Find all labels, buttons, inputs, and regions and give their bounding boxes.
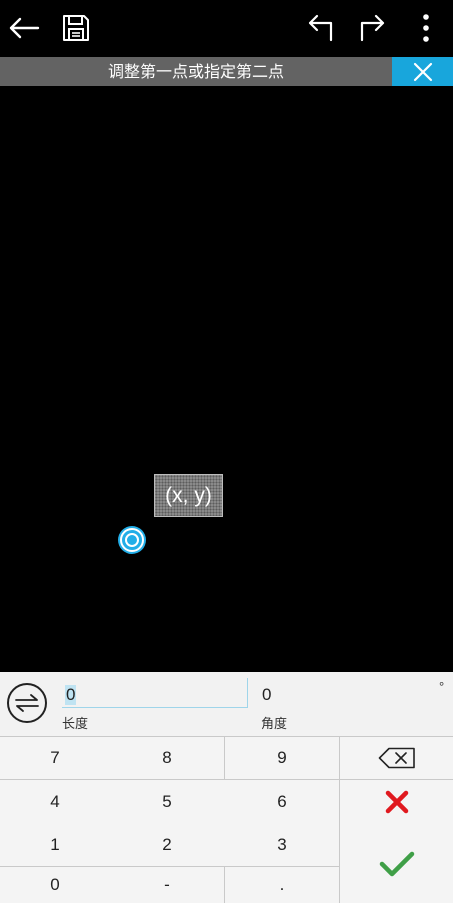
input-panel: 0 长度 0 角度 °: [0, 672, 453, 736]
key-9[interactable]: 9: [225, 736, 339, 779]
key-5[interactable]: 5: [110, 780, 224, 823]
key-6[interactable]: 6: [225, 780, 339, 823]
hint-text: 调整第一点或指定第二点: [107, 62, 284, 81]
drawing-canvas[interactable]: (x, y): [0, 86, 453, 672]
length-label: 长度: [62, 717, 89, 732]
green-check-icon[interactable]: [340, 824, 453, 903]
key-2[interactable]: 2: [110, 823, 224, 866]
point-marker[interactable]: [120, 528, 144, 552]
floppy-disk-icon[interactable]: [56, 8, 96, 48]
top-toolbar: [0, 0, 453, 57]
angle-input[interactable]: 0: [262, 685, 271, 705]
key-dot[interactable]: .: [225, 867, 339, 903]
backspace-icon[interactable]: [340, 736, 453, 779]
arrow-left-icon[interactable]: [4, 8, 44, 48]
key-8[interactable]: 8: [110, 736, 224, 779]
length-input[interactable]: 0: [62, 678, 248, 708]
key-3[interactable]: 3: [225, 823, 339, 866]
coordinate-tooltip: (x, y): [154, 474, 223, 517]
key-4[interactable]: 4: [0, 780, 110, 823]
red-x-icon[interactable]: [340, 780, 453, 823]
redo-arrow-icon[interactable]: [353, 8, 393, 48]
swap-arrows-icon[interactable]: [7, 683, 47, 723]
close-icon[interactable]: [392, 57, 453, 86]
key-7[interactable]: 7: [0, 736, 110, 779]
numeric-keypad: 7 8 9 4 5 6 1 2 3 0 - .: [0, 736, 453, 903]
undo-arrow-icon[interactable]: [300, 8, 340, 48]
key-0[interactable]: 0: [0, 867, 110, 903]
more-vertical-icon[interactable]: [406, 8, 446, 48]
length-value: 0: [65, 685, 77, 705]
angle-unit: °: [439, 679, 445, 694]
key-minus[interactable]: -: [110, 867, 224, 903]
angle-label: 角度: [261, 717, 288, 732]
hint-bar: 调整第一点或指定第二点: [0, 57, 453, 86]
key-1[interactable]: 1: [0, 823, 110, 866]
